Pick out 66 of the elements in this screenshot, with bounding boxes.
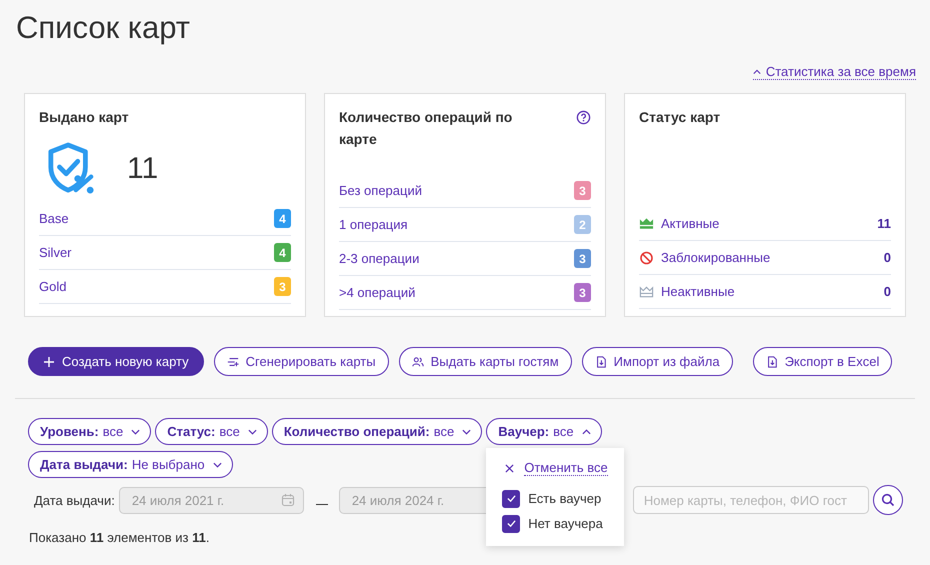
count-badge: 4 [274, 209, 291, 228]
filter-dropdown[interactable]: Количество операций: все [272, 418, 482, 445]
card-title: Количество операций по карте [339, 108, 514, 149]
crown-outline-icon [639, 284, 654, 298]
status-count: 11 [877, 216, 891, 231]
category-label[interactable]: Silver [39, 245, 267, 260]
option-label[interactable]: Нет ваучера [528, 516, 603, 531]
clear-all-link[interactable]: Отменить все [524, 460, 608, 476]
category-label[interactable]: >4 операций [339, 285, 567, 300]
file-download-icon [766, 356, 778, 368]
search-button[interactable] [872, 485, 903, 515]
prohibited-icon [639, 250, 654, 264]
users-icon [412, 356, 424, 368]
page-title: Список карт [16, 9, 191, 47]
status-label[interactable]: Неактивные [661, 284, 877, 299]
date-label: Дата выдачи: [34, 492, 115, 508]
list-icon [226, 356, 239, 368]
search-field[interactable]: Номер карты, телефон, ФИО гост [632, 486, 869, 514]
calendar-icon [280, 493, 295, 507]
file-download-icon [594, 356, 607, 368]
card-title: Статус карт [639, 108, 722, 127]
total-count: 11 [127, 152, 158, 186]
statistics-toggle-link[interactable]: Статистика за все время [752, 64, 916, 80]
filter-dropdown[interactable]: Ваучер: все [486, 418, 602, 445]
count-badge: 3 [574, 283, 591, 302]
count-badge: 3 [574, 181, 591, 200]
chevron-icon [752, 68, 761, 74]
count-badge: 4 [274, 243, 291, 262]
caret-icon [212, 462, 222, 468]
caret-icon [248, 428, 257, 434]
check-icon [506, 519, 517, 528]
count-badge: 2 [574, 215, 591, 234]
filter-dropdown[interactable]: Дата выдачи: Не выбрано [28, 451, 233, 478]
category-label[interactable]: Без операций [339, 183, 567, 198]
action-button[interactable]: Импорт из файла [582, 347, 733, 376]
category-label[interactable]: Gold [39, 279, 267, 294]
caret-icon [582, 428, 591, 434]
status-count: 0 [884, 250, 891, 265]
shield-check-icon [47, 142, 95, 196]
count-badge: 3 [574, 249, 591, 268]
status-label[interactable]: Активные [661, 216, 870, 231]
category-label[interactable]: 2-3 операции [339, 251, 567, 266]
crown-icon [639, 216, 654, 230]
caret-icon [462, 428, 472, 434]
status-count: 0 [884, 284, 891, 299]
caret-icon [131, 428, 140, 434]
option-label[interactable]: Есть ваучер [528, 491, 602, 506]
checkbox[interactable] [502, 490, 520, 508]
filter-dropdown[interactable]: Уровень: все [28, 418, 152, 445]
results-summary: Показано 11 элементов из 11. [29, 530, 210, 545]
category-label[interactable]: Base [39, 211, 267, 226]
close-icon[interactable] [505, 464, 514, 472]
checkbox[interactable] [502, 514, 520, 532]
help-icon[interactable] [576, 110, 591, 125]
action-button[interactable]: Создать новую карту [28, 347, 204, 376]
card-title: Выдано карт [39, 108, 130, 127]
action-button[interactable]: Выдать карты гостям [398, 347, 572, 376]
action-button[interactable]: Экспорт в Excel [752, 347, 892, 376]
filter-dropdown[interactable]: Статус: все [155, 418, 268, 445]
count-badge: 3 [274, 277, 291, 296]
search-icon [880, 493, 895, 507]
plus-icon [43, 356, 55, 368]
status-label[interactable]: Заблокированные [661, 250, 877, 265]
check-icon [506, 494, 517, 503]
category-label[interactable]: 1 операция [339, 217, 567, 232]
action-button[interactable]: Сгенерировать карты [214, 347, 389, 376]
